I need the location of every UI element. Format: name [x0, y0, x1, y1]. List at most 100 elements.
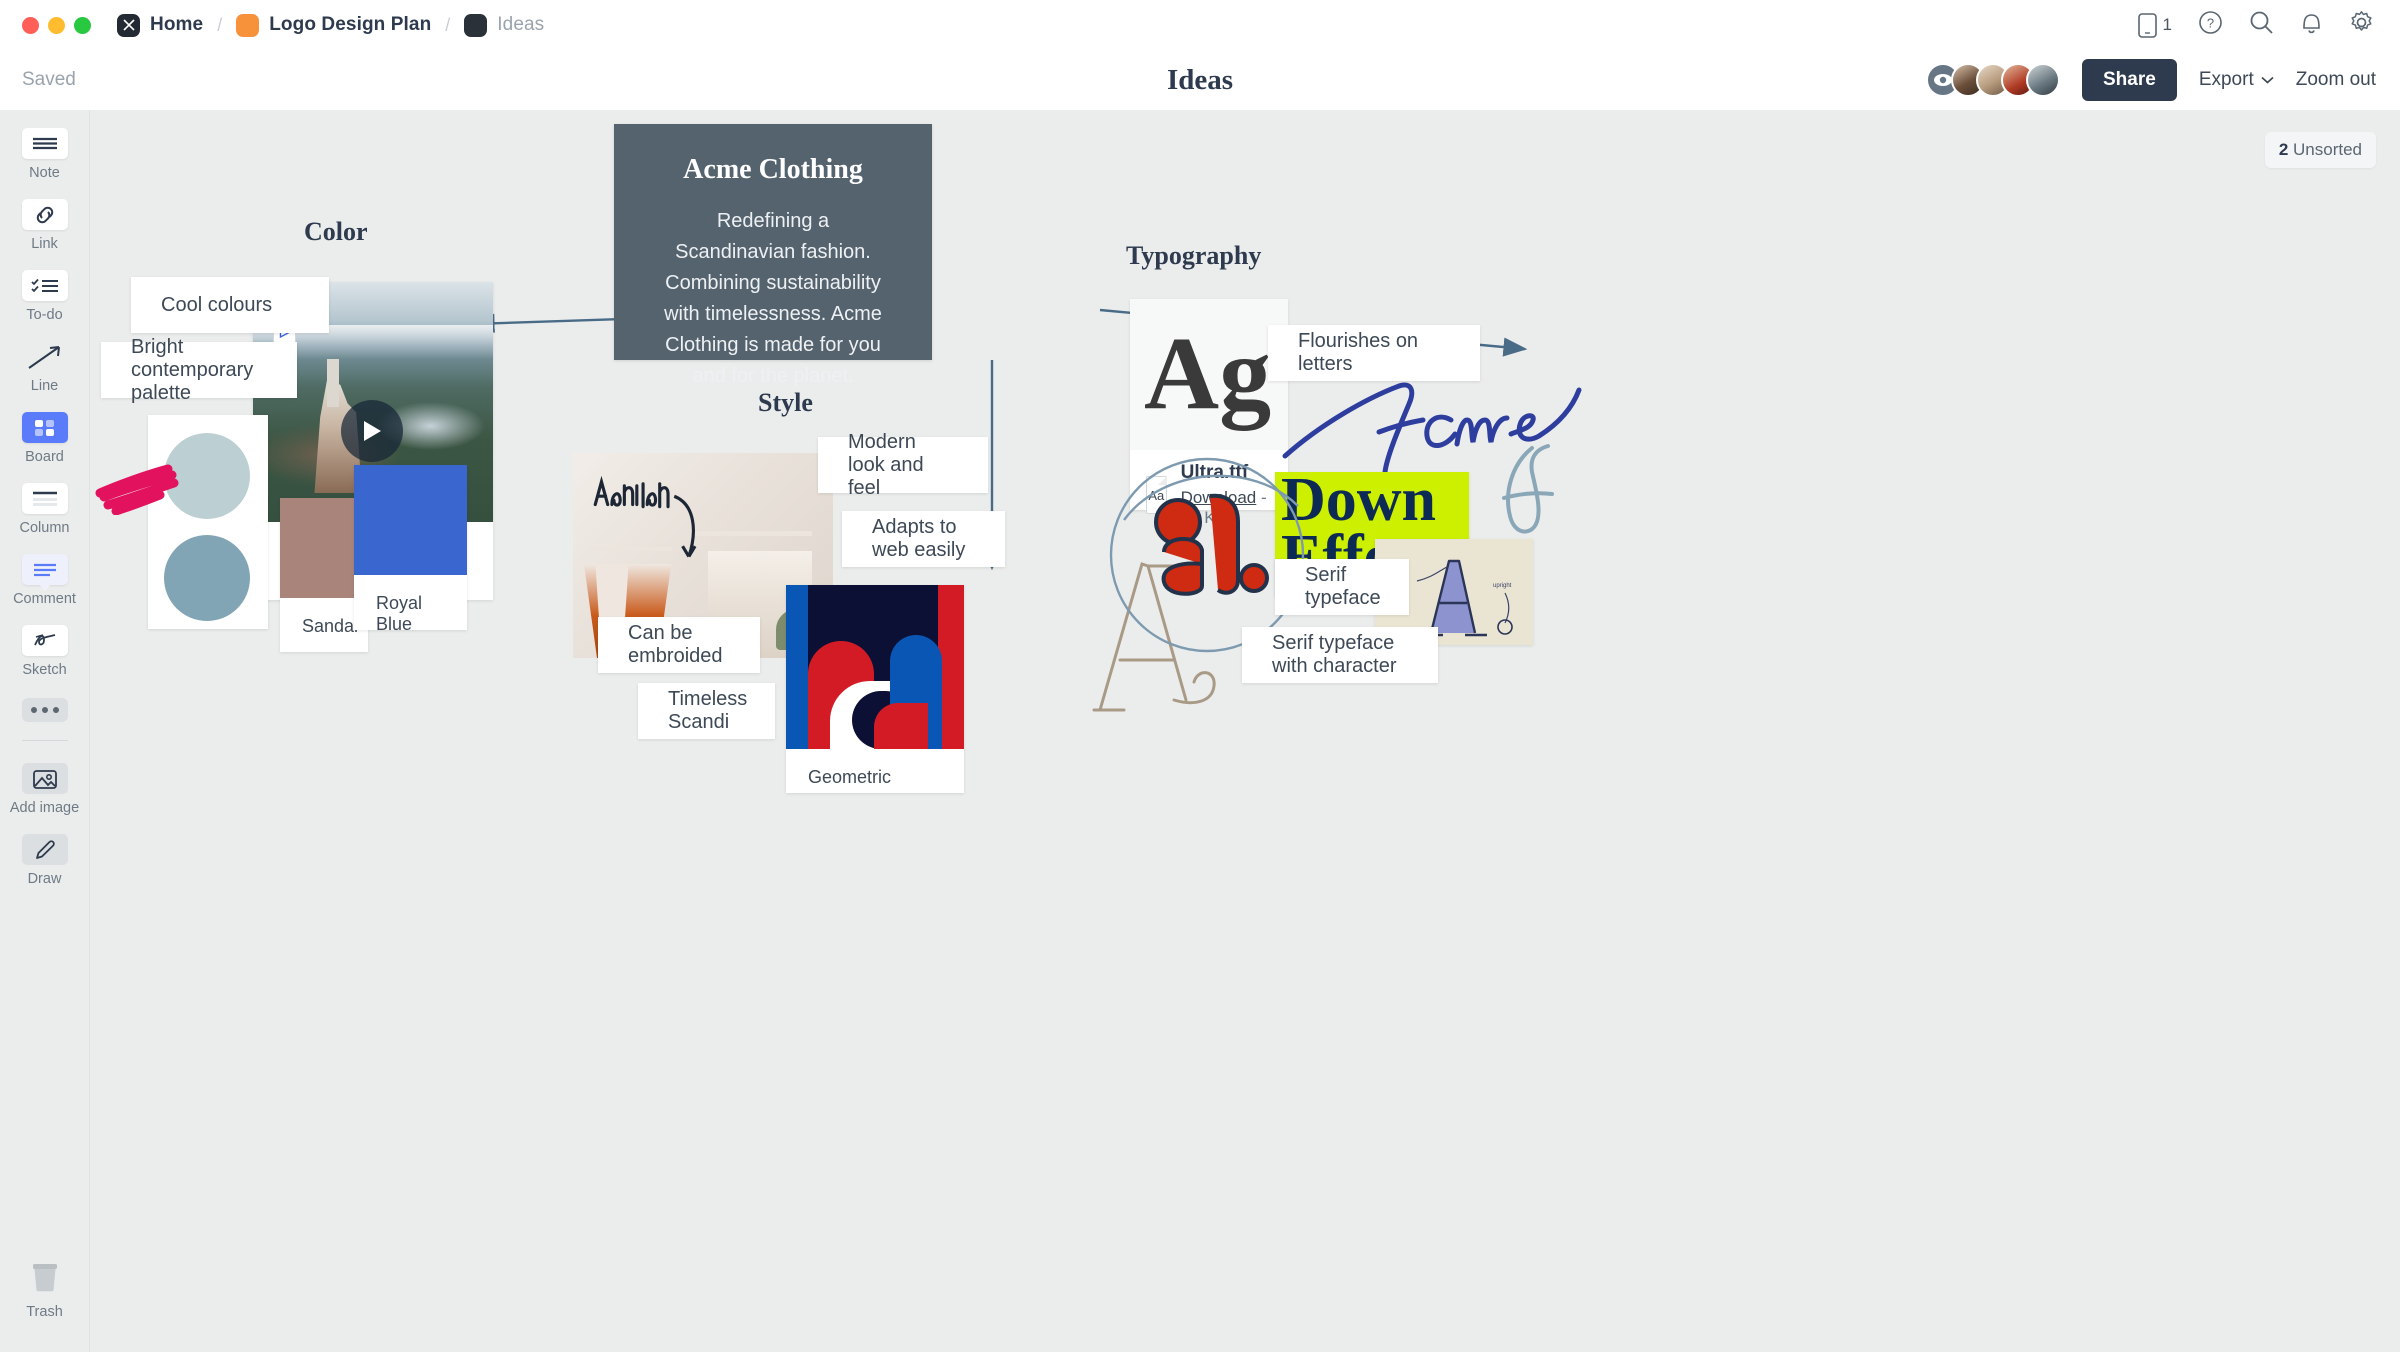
- unsorted-badge[interactable]: 2 Unsorted: [2264, 132, 2376, 168]
- more-options-icon: [21, 698, 68, 722]
- geometric-image-caption: Geometric: [808, 767, 892, 787]
- avatar[interactable]: [2026, 63, 2060, 97]
- export-label: Export: [2198, 69, 2254, 90]
- collaborator-avatars[interactable]: [1926, 63, 2060, 97]
- note-card-bright-contemporary-palette[interactable]: Bright contemporary palette: [101, 335, 297, 404]
- titlebar-actions: 1 ?: [2137, 10, 2374, 40]
- board-grid-icon: [21, 412, 68, 443]
- sidebar-more-options-button[interactable]: [0, 698, 89, 722]
- breadcrumb-item-logo-design-plan[interactable]: Logo Design Plan: [236, 13, 432, 37]
- unsorted-count: 2: [2278, 140, 2289, 159]
- sidebar-item-column[interactable]: Column: [0, 483, 89, 536]
- note-text-modern-look-and-feel: Modern look and feel: [848, 430, 924, 499]
- sidebar-label-column: Column: [19, 520, 70, 536]
- note-text-bright-contemporary-palette: Bright contemporary palette: [131, 335, 254, 404]
- sidebar-item-sketch[interactable]: Sketch: [0, 625, 89, 678]
- add-image-icon: [21, 763, 68, 794]
- note-card-flourishes-on-letters[interactable]: Flourishes on letters: [1268, 325, 1480, 381]
- annotation-upright: upright: [1493, 583, 1512, 589]
- breadcrumb-label-home: Home: [150, 14, 204, 35]
- section-title-style: Style: [758, 388, 813, 417]
- sidebar-item-comment[interactable]: Comment: [0, 554, 89, 607]
- sidebar-item-trash[interactable]: Trash: [26, 1261, 63, 1320]
- minimal-handwriting-annotation: [593, 476, 697, 558]
- minimize-window-button[interactable]: [48, 16, 65, 34]
- note-card-can-be-embroided[interactable]: Can be embroided: [598, 617, 760, 673]
- breadcrumb-label-logo-design-plan: Logo Design Plan: [269, 14, 432, 35]
- swatch-color-royal-blue: [354, 465, 467, 575]
- milanote-logo-icon: [117, 13, 140, 37]
- board-toolbar: Saved Share Export Zoom out: [0, 50, 2400, 110]
- note-card-serif-typeface-with-character[interactable]: Serif typeface with character: [1242, 627, 1438, 683]
- section-title-typography: Typography: [1126, 241, 1262, 270]
- sidebar-item-draw[interactable]: Draw: [0, 834, 89, 887]
- sidebar-item-todo[interactable]: To-do: [0, 270, 89, 323]
- note-card-serif-typeface[interactable]: Serif typeface: [1275, 559, 1409, 615]
- note-text-cool-colours: Cool colours: [161, 293, 273, 316]
- comment-bubble-icon: [21, 554, 68, 591]
- mobile-device-count: 1: [2162, 15, 2172, 34]
- note-text-flourishes-on-letters: Flourishes on letters: [1298, 330, 1419, 375]
- column-icon: [21, 483, 68, 514]
- sidebar-item-note[interactable]: Note: [0, 128, 89, 181]
- note-card-modern-look-and-feel[interactable]: Modern look and feel: [818, 430, 988, 499]
- mobile-icon[interactable]: 1: [2137, 12, 2172, 38]
- chain-link-icon: [21, 199, 68, 230]
- share-button[interactable]: Share: [2082, 59, 2177, 101]
- breadcrumb-separator-1: /: [217, 14, 223, 35]
- search-icon[interactable]: [2249, 10, 2274, 40]
- sidebar-label-todo: To-do: [26, 307, 63, 323]
- orange-folder-icon: [236, 13, 260, 37]
- maximize-window-button[interactable]: [74, 16, 91, 34]
- help-icon[interactable]: ?: [2198, 10, 2223, 40]
- play-button[interactable]: [341, 400, 403, 462]
- window-titlebar: Home / Logo Design Plan / Ideas 1 ?: [0, 0, 2400, 50]
- note-card-timeless-scandi[interactable]: Timeless Scandi: [638, 683, 775, 739]
- arrow-line-icon: [22, 341, 68, 372]
- dark-board-icon: [464, 13, 488, 37]
- sidebar-divider: [21, 740, 68, 741]
- breadcrumb-label-ideas: Ideas: [497, 14, 545, 35]
- board-toolbar-actions: Share Export Zoom out: [1926, 59, 2376, 101]
- geometric-image-card[interactable]: Geometric: [786, 585, 964, 793]
- sidebar-label-add-image: Add image: [9, 800, 80, 816]
- close-window-button[interactable]: [22, 16, 39, 34]
- note-card-cool-colours[interactable]: Cool colours: [131, 277, 329, 333]
- left-toolbar: Note Link To-do Line Board Column Commen…: [0, 110, 90, 1352]
- note-text-serif-typeface-with-character: Serif typeface with character: [1272, 632, 1397, 677]
- sidebar-label-draw: Draw: [27, 871, 62, 887]
- palette-circles-card[interactable]: [148, 415, 268, 629]
- breadcrumb-item-home[interactable]: Home: [117, 13, 204, 37]
- sidebar-label-comment: Comment: [13, 591, 76, 607]
- swatch-card-royal-blue[interactable]: Royal Blue: [354, 465, 467, 634]
- sketch-squiggle-icon: [21, 625, 68, 656]
- pink-scribble-sketch[interactable]: [94, 455, 184, 515]
- export-button[interactable]: Export: [2199, 69, 2274, 91]
- note-card-adapts-to-web-easily[interactable]: Adapts to web easily: [842, 511, 1005, 567]
- sidebar-item-add-image[interactable]: Add image: [0, 763, 89, 816]
- sidebar-item-line[interactable]: Line: [0, 341, 89, 394]
- section-title-color: Color: [304, 217, 368, 246]
- board-canvas[interactable]: 2 Unsorted Acme Clothing Redefining a Sc…: [90, 110, 2400, 1352]
- note-text-serif-typeface: Serif typeface: [1305, 564, 1381, 609]
- sidebar-item-link[interactable]: Link: [0, 199, 89, 252]
- pencil-draw-icon: [21, 834, 68, 865]
- trash-bin-icon: [28, 1261, 62, 1298]
- sidebar-label-trash: Trash: [26, 1304, 63, 1320]
- font-specimen-letters: Ag: [1144, 316, 1272, 432]
- sidebar-item-board[interactable]: Board: [0, 412, 89, 465]
- hub-card-body: Redefining a Scandinavian fashion. Combi…: [664, 210, 882, 387]
- notifications-bell-icon[interactable]: [2300, 10, 2323, 40]
- note-lines-icon: [21, 128, 68, 159]
- hub-card-acme-clothing[interactable]: Acme Clothing Redefining a Scandinavian …: [614, 124, 932, 387]
- zoom-out-button[interactable]: Zoom out: [2296, 69, 2376, 91]
- breadcrumb-separator-2: /: [445, 14, 451, 35]
- settings-gear-icon[interactable]: [2349, 10, 2374, 40]
- checklist-icon: [21, 270, 68, 301]
- swatch-label-royal-blue: Royal Blue: [376, 593, 423, 634]
- window-controls[interactable]: [22, 16, 91, 34]
- sidebar-label-line: Line: [30, 378, 59, 394]
- breadcrumb-item-ideas[interactable]: Ideas: [464, 13, 545, 37]
- sidebar-label-board: Board: [25, 449, 64, 465]
- font-specimen-preview: Ag: [1130, 299, 1288, 450]
